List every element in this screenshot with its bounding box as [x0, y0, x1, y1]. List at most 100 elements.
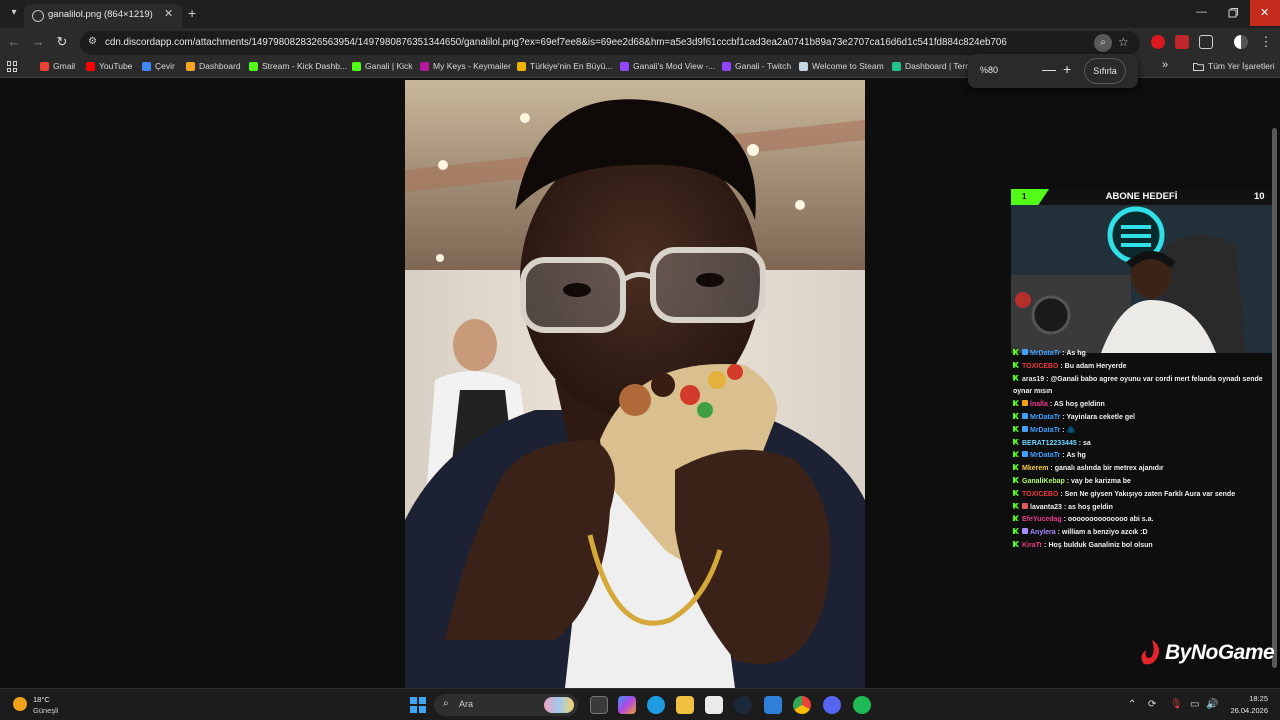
bookmark-kick-dashboard[interactable]: Stream - Kick Dashb... [249, 61, 347, 71]
url-text[interactable]: cdn.discordapp.com/attachments/149798082… [105, 37, 1007, 48]
tab-close-button[interactable]: ✕ [164, 7, 173, 20]
bookmark-turkiye[interactable]: Türkiye'nin En Büyü... [517, 61, 612, 71]
chat-username[interactable]: KiraTr [1022, 542, 1042, 549]
chat-username[interactable]: Anylera [1030, 529, 1056, 536]
chat-message: aras19 : @Ganali babo agree oyunu var co… [1013, 374, 1263, 396]
chat-message: Mkerem : ganalı aslında bir metrex ajanı… [1013, 463, 1271, 476]
chat-badge-icon [1022, 528, 1028, 535]
store-icon[interactable] [705, 696, 723, 714]
clock-date[interactable]: 26.04.2026 [1228, 706, 1268, 715]
chrome-icon[interactable] [793, 696, 811, 714]
kick-icon [1013, 361, 1019, 368]
display-icon[interactable]: ▭ [1190, 699, 1199, 710]
chat-username[interactable]: TOXICEBO [1022, 363, 1058, 370]
chat-username[interactable]: MrDataTr [1030, 427, 1060, 434]
maximize-button[interactable] [1228, 5, 1238, 18]
bookmark-ganali-twitch[interactable]: Ganali - Twitch [722, 61, 791, 71]
chat-username[interactable]: Mkerem [1022, 465, 1048, 472]
sun-icon[interactable] [13, 697, 27, 711]
page-scrollbar[interactable] [1270, 80, 1280, 688]
all-bookmarks-folder[interactable]: Tüm Yer İşaretleri [1193, 61, 1275, 71]
edge-icon[interactable] [647, 696, 665, 714]
profile-avatar[interactable] [1234, 35, 1248, 49]
forward-button[interactable]: → [30, 34, 46, 50]
bookmark-term-dashboard[interactable]: Dashboard | Term [892, 61, 972, 71]
kick-icon [1013, 540, 1019, 547]
chat-username[interactable]: BERAT12233445 [1022, 440, 1077, 447]
new-tab-button[interactable]: + [188, 5, 196, 21]
task-view-icon[interactable] [590, 696, 608, 714]
chat-text: oooooooooooooo abi s.a. [1067, 516, 1154, 524]
chat-username[interactable]: MrDataTr [1030, 414, 1060, 421]
bynogame-text: ByNoGame [1165, 641, 1275, 664]
chat-username[interactable]: MrDataTr [1030, 350, 1060, 357]
chat-username[interactable]: EfeYucedag [1022, 516, 1062, 523]
weather-temperature[interactable]: 18°C [33, 695, 50, 704]
zoom-reset-button[interactable]: Sıfırla [1084, 58, 1126, 84]
show-hidden-icons-chevron-icon[interactable]: ⌃ [1128, 699, 1136, 710]
microphone-icon[interactable]: 🎙 [1170, 699, 1183, 710]
extension-icon-translate[interactable] [1175, 35, 1189, 49]
kick-icon [1013, 374, 1019, 381]
chat-message: MrDataTr : 🧥 [1013, 425, 1271, 438]
zoom-in-button[interactable]: + [1063, 61, 1071, 77]
menu-kebab-icon[interactable]: ⋮ [1258, 34, 1274, 50]
copilot-icon[interactable] [618, 696, 636, 714]
kick-icon [1013, 400, 1019, 407]
reload-button[interactable]: ↻ [54, 34, 70, 50]
subscriber-goal-bar: 1 ABONE HEDEFİ 10 [1011, 189, 1272, 205]
start-button[interactable] [410, 697, 426, 713]
address-bar[interactable]: ⚙ cdn.discordapp.com/attachments/1497980… [80, 31, 1140, 55]
zoom-out-button[interactable]: — [1042, 61, 1056, 77]
bookmark-translate[interactable]: Çevir [142, 61, 175, 71]
extension-icon-red[interactable] [1151, 35, 1165, 49]
chat-message: KiraTr : Hoş bulduk Ganaliniz bol olsun [1013, 540, 1271, 553]
network-sync-icon[interactable]: ⟳ [1148, 699, 1156, 710]
scrollbar-thumb[interactable] [1272, 128, 1277, 668]
site-info-icon[interactable]: ⚙ [88, 36, 97, 47]
chat-username[interactable]: İnaİla [1030, 401, 1048, 408]
bookmarks-overflow-button[interactable]: » [1162, 59, 1168, 71]
chat-badge-icon [1022, 425, 1028, 432]
browser-tab-active[interactable]: ganalilol.png (864×1219) ✕ [24, 4, 182, 28]
chat-text: Bu adam Heryerde [1064, 362, 1127, 370]
volume-icon[interactable]: 🔊 [1206, 699, 1218, 710]
chat-username[interactable]: TOXICEBO [1022, 491, 1058, 498]
back-button[interactable]: ← [6, 34, 22, 50]
chat-username[interactable]: lavanta23 [1030, 504, 1062, 511]
kick-icon [1013, 489, 1019, 496]
spotify-icon[interactable] [853, 696, 871, 714]
discord-icon[interactable] [823, 696, 841, 714]
file-explorer-icon[interactable] [676, 696, 694, 714]
bookmark-keymailer[interactable]: My Keys - Keymailer [420, 61, 511, 71]
chat-username[interactable]: GanaliKebap [1022, 478, 1065, 485]
close-window-button[interactable]: ✕ [1250, 0, 1280, 26]
bookmark-dashboard[interactable]: Dashboard [186, 61, 241, 71]
chat-message: TOXICEBO : Sen Ne giysen Yakışıyo zaten … [1013, 489, 1271, 502]
chat-text: As hg [1066, 452, 1086, 460]
zoom-icon[interactable]: ⌕ [1094, 34, 1112, 52]
bookmark-mod-view[interactable]: Ganali's Mod View -... [620, 61, 715, 71]
chat-text: @Ganali babo agree oyunu var cordi mert … [1013, 375, 1263, 396]
steam-icon[interactable] [734, 696, 752, 714]
bookmark-youtube[interactable]: YouTube [86, 61, 132, 71]
minimize-button[interactable]: — [1196, 6, 1207, 18]
chat-username[interactable]: MrDataTr [1030, 452, 1060, 459]
bookmark-star-icon[interactable]: ☆ [1118, 35, 1129, 49]
bookmark-ganali-kick[interactable]: Ganali | Kick [352, 61, 413, 71]
chat-badge-icon [1022, 502, 1028, 509]
taskbar-search[interactable]: ⌕ Ara [434, 694, 578, 716]
tab-search-button[interactable]: ▾ [6, 5, 22, 21]
apps-grid-icon[interactable] [7, 61, 18, 72]
extensions-puzzle-icon[interactable] [1199, 35, 1213, 49]
goal-target: 10 [1254, 191, 1265, 202]
bookmark-gmail[interactable]: Gmail [40, 61, 75, 71]
chat-username[interactable]: aras19 [1022, 376, 1044, 383]
chat-text: AS hoş geldinn [1053, 401, 1105, 409]
viewed-image[interactable] [405, 80, 865, 688]
mail-icon[interactable] [764, 696, 782, 714]
weather-description[interactable]: Güneşli [33, 706, 58, 715]
clock-time[interactable]: 18:25 [1246, 694, 1268, 703]
chat-message: TOXICEBO : Bu adam Heryerde [1013, 361, 1271, 374]
bookmark-steam[interactable]: Welcome to Steam [799, 61, 884, 71]
